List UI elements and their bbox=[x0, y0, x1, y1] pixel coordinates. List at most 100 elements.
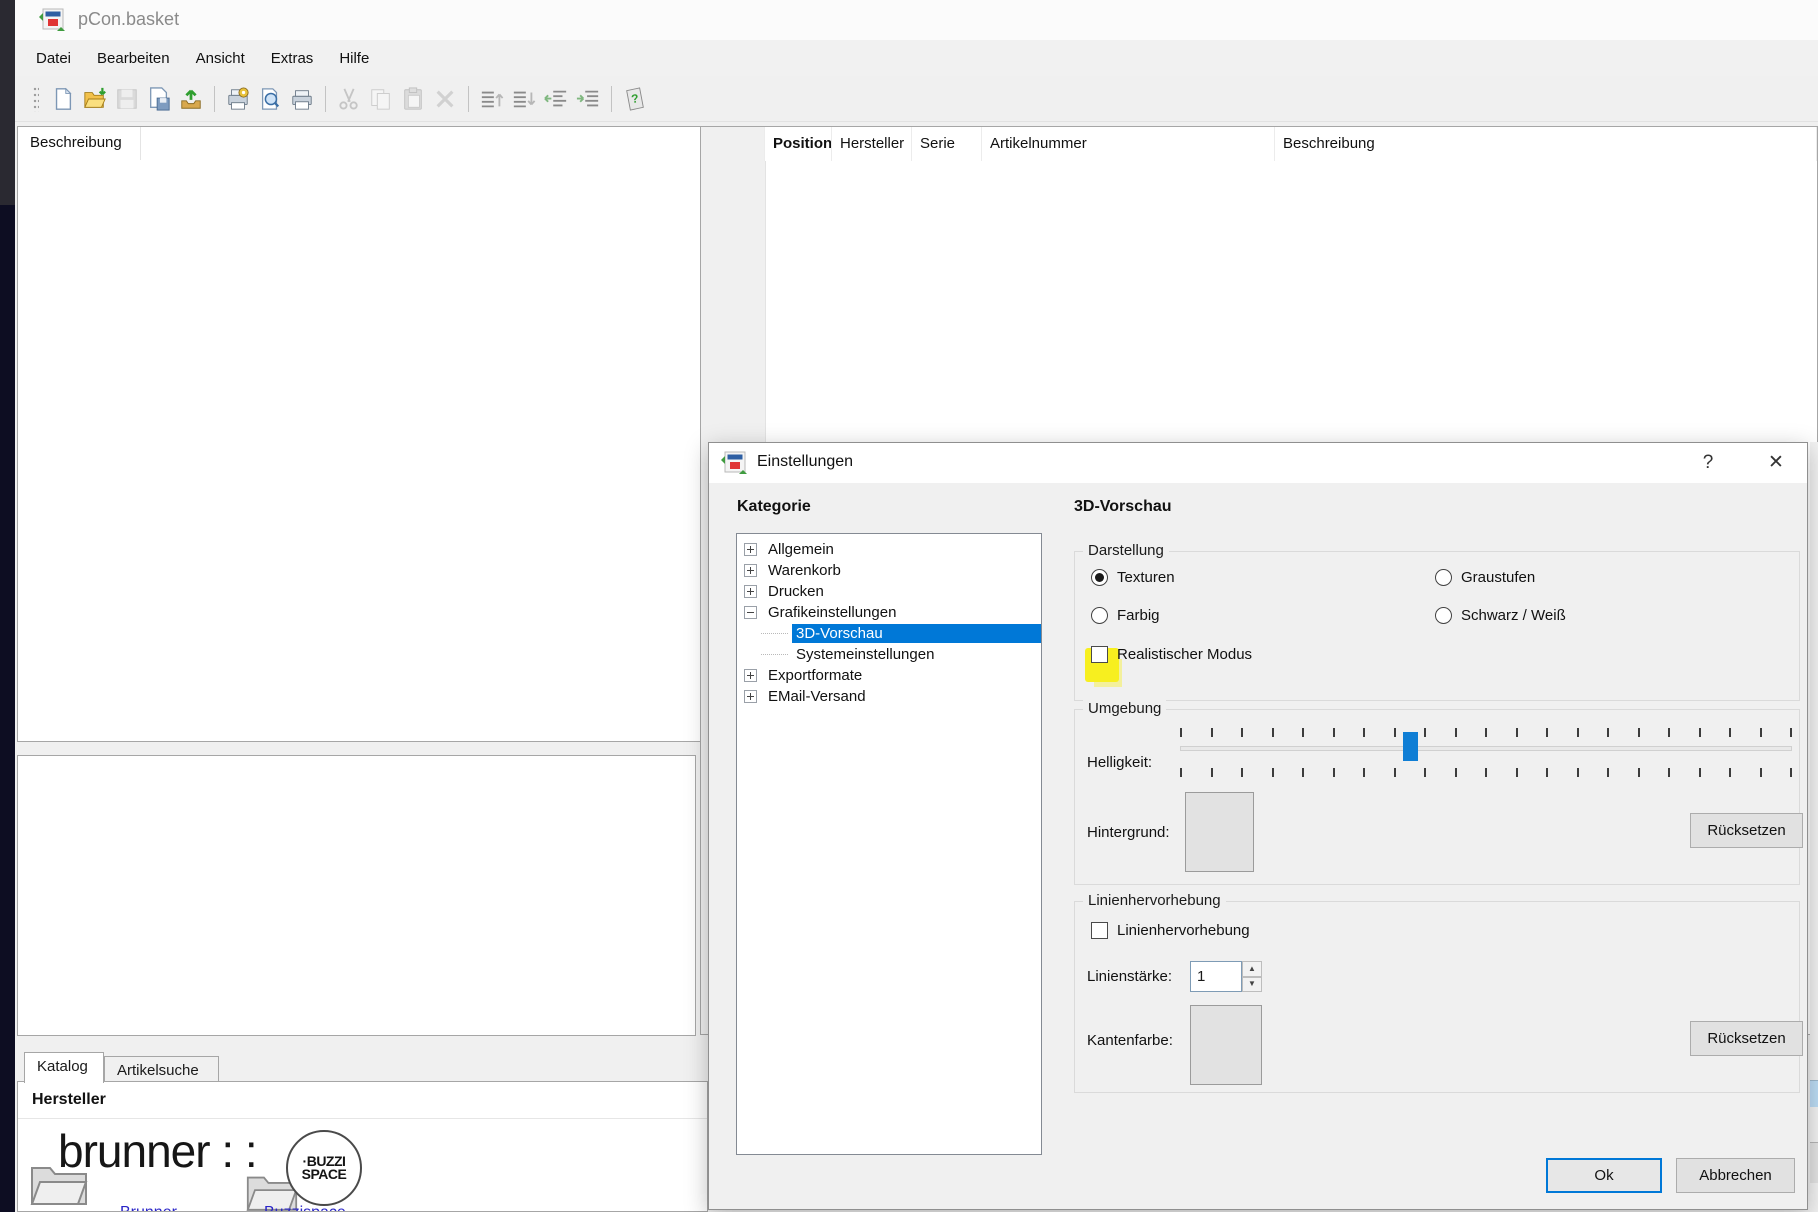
buzzispace-logo[interactable]: ·BUZZI SPACE bbox=[286, 1130, 362, 1206]
column-header-hersteller[interactable]: Hersteller bbox=[832, 127, 912, 161]
line-thickness-input[interactable]: 1 bbox=[1190, 961, 1242, 992]
line-thickness-label: Linienstärke: bbox=[1087, 968, 1172, 985]
dialog-titlebar[interactable]: Einstellungen ? ✕ bbox=[709, 443, 1807, 483]
tree-item-label: Grafikeinstellungen bbox=[764, 603, 900, 622]
import-icon[interactable] bbox=[176, 84, 206, 114]
tree-item-drucken[interactable]: Drucken bbox=[737, 581, 1041, 602]
background-color-swatch[interactable] bbox=[1185, 792, 1254, 872]
menu-item-ansicht[interactable]: Ansicht bbox=[183, 43, 258, 74]
table-header-row: PositionHerstellerSerieArtikelnummerBesc… bbox=[701, 127, 1817, 161]
menu-item-hilfe[interactable]: Hilfe bbox=[326, 43, 382, 74]
edge-color-swatch[interactable] bbox=[1190, 1005, 1262, 1085]
radio-graustufen-label: Graustufen bbox=[1461, 569, 1535, 586]
expand-icon[interactable] bbox=[744, 669, 757, 682]
slider-tick bbox=[1363, 728, 1365, 737]
spinner-up-icon[interactable]: ▲ bbox=[1242, 961, 1262, 977]
radio-farbig[interactable]: Farbig bbox=[1091, 607, 1160, 624]
menu-item-bearbeiten[interactable]: Bearbeiten bbox=[84, 43, 183, 74]
menu-item-extras[interactable]: Extras bbox=[258, 43, 327, 74]
brunner-link[interactable]: Brunner bbox=[120, 1204, 177, 1212]
save-icon[interactable] bbox=[112, 84, 142, 114]
tree-item-3d-vorschau[interactable]: 3D-Vorschau bbox=[737, 623, 1041, 644]
buzzispace-link[interactable]: Buzzispace bbox=[264, 1204, 346, 1212]
checkbox-realistischer-modus[interactable]: Realistischer Modus bbox=[1091, 646, 1252, 663]
background-window-sliver bbox=[1810, 442, 1818, 1212]
expand-icon[interactable] bbox=[744, 585, 757, 598]
radio-graustufen[interactable]: Graustufen bbox=[1435, 569, 1535, 586]
open-folder-icon[interactable] bbox=[80, 84, 110, 114]
group-linienhervorhebung: Linienhervorhebung Linienhervorhebung Li… bbox=[1074, 901, 1800, 1093]
move-up-icon[interactable] bbox=[477, 84, 507, 114]
tree-item-label: Exportformate bbox=[764, 666, 866, 685]
copy-icon[interactable] bbox=[366, 84, 396, 114]
slider-tick bbox=[1485, 768, 1487, 777]
save-as-icon[interactable] bbox=[144, 84, 174, 114]
brightness-slider-track[interactable] bbox=[1180, 746, 1792, 751]
checkbox-realistischer-modus-box[interactable] bbox=[1091, 646, 1108, 663]
column-header-artikelnummer[interactable]: Artikelnummer bbox=[982, 127, 1275, 161]
menu-item-datei[interactable]: Datei bbox=[23, 43, 84, 74]
radio-schwarzweiss[interactable]: Schwarz / Weiß bbox=[1435, 607, 1566, 624]
tree-item-warenkorb[interactable]: Warenkorb bbox=[737, 560, 1041, 581]
tree-item-systemeinstellungen[interactable]: Systemeinstellungen bbox=[737, 644, 1041, 665]
cancel-button[interactable]: Abbrechen bbox=[1676, 1158, 1795, 1193]
cut-icon[interactable] bbox=[334, 84, 364, 114]
linien-reset-button[interactable]: Rücksetzen bbox=[1690, 1021, 1803, 1056]
radio-farbig-label: Farbig bbox=[1117, 607, 1160, 624]
collapse-icon[interactable] bbox=[744, 606, 757, 619]
ok-button[interactable]: Ok bbox=[1546, 1158, 1662, 1193]
window-title: pCon.basket bbox=[78, 9, 179, 30]
tab-artikelsuche-label: Artikelsuche bbox=[117, 1062, 199, 1079]
radio-texturen-circle[interactable] bbox=[1091, 569, 1108, 586]
slider-tick bbox=[1607, 728, 1609, 737]
radio-texturen[interactable]: Texturen bbox=[1091, 569, 1175, 586]
radio-farbig-circle[interactable] bbox=[1091, 607, 1108, 624]
print-preview-icon[interactable] bbox=[255, 84, 285, 114]
checkbox-linienhervorhebung-box[interactable] bbox=[1091, 922, 1108, 939]
tree-item-grafikeinstellungen[interactable]: Grafikeinstellungen bbox=[737, 602, 1041, 623]
tab-artikelsuche[interactable]: Artikelsuche bbox=[104, 1056, 219, 1083]
radio-graustufen-circle[interactable] bbox=[1435, 569, 1452, 586]
dialog-title: Einstellungen bbox=[757, 453, 853, 471]
slider-tick bbox=[1363, 768, 1365, 777]
expand-icon[interactable] bbox=[744, 543, 757, 556]
radio-schwarzweiss-circle[interactable] bbox=[1435, 607, 1452, 624]
column-header-serie[interactable]: Serie bbox=[912, 127, 982, 161]
dialog-help-button[interactable]: ? bbox=[1693, 449, 1723, 477]
radio-schwarzweiss-label: Schwarz / Weiß bbox=[1461, 607, 1566, 624]
tree-item-exportformate[interactable]: Exportformate bbox=[737, 665, 1041, 686]
slider-tick bbox=[1546, 728, 1548, 737]
checkbox-linienhervorhebung-label: Linienhervorhebung bbox=[1117, 922, 1250, 939]
brunner-logo[interactable]: brunner : : bbox=[58, 1124, 257, 1178]
tree-item-email-versand[interactable]: EMail-Versand bbox=[737, 686, 1041, 707]
brightness-slider-thumb[interactable] bbox=[1403, 732, 1418, 761]
outdent-icon[interactable] bbox=[541, 84, 571, 114]
paste-icon[interactable] bbox=[398, 84, 428, 114]
description-column-header[interactable]: Beschreibung bbox=[30, 134, 122, 151]
settings-page-title: 3D-Vorschau bbox=[1074, 498, 1172, 516]
checkbox-linienhervorhebung[interactable]: Linienhervorhebung bbox=[1091, 922, 1250, 939]
help-icon[interactable]: ? bbox=[620, 84, 650, 114]
move-down-icon[interactable] bbox=[509, 84, 539, 114]
umgebung-reset-button[interactable]: Rücksetzen bbox=[1690, 813, 1803, 848]
slider-tick bbox=[1424, 728, 1426, 737]
table-corner-cell bbox=[701, 127, 765, 161]
dialog-close-button[interactable]: ✕ bbox=[1759, 449, 1793, 477]
expand-icon[interactable] bbox=[744, 564, 757, 577]
tab-katalog[interactable]: Katalog bbox=[24, 1052, 104, 1083]
column-header-position[interactable]: Position bbox=[765, 127, 832, 161]
print-settings-icon[interactable] bbox=[223, 84, 253, 114]
expand-icon[interactable] bbox=[744, 690, 757, 703]
column-header-beschreibung[interactable]: Beschreibung bbox=[1275, 127, 1817, 161]
tree-connector bbox=[761, 654, 788, 655]
tree-item-allgemein[interactable]: Allgemein bbox=[737, 539, 1041, 560]
slider-tick bbox=[1699, 728, 1701, 737]
new-document-icon[interactable] bbox=[48, 84, 78, 114]
slider-tick bbox=[1577, 728, 1579, 737]
indent-icon[interactable] bbox=[573, 84, 603, 114]
spinner-down-icon[interactable]: ▼ bbox=[1242, 977, 1262, 993]
toolbar-grip[interactable] bbox=[33, 86, 39, 112]
slider-tick bbox=[1241, 768, 1243, 777]
print-icon[interactable] bbox=[287, 84, 317, 114]
delete-icon[interactable] bbox=[430, 84, 460, 114]
